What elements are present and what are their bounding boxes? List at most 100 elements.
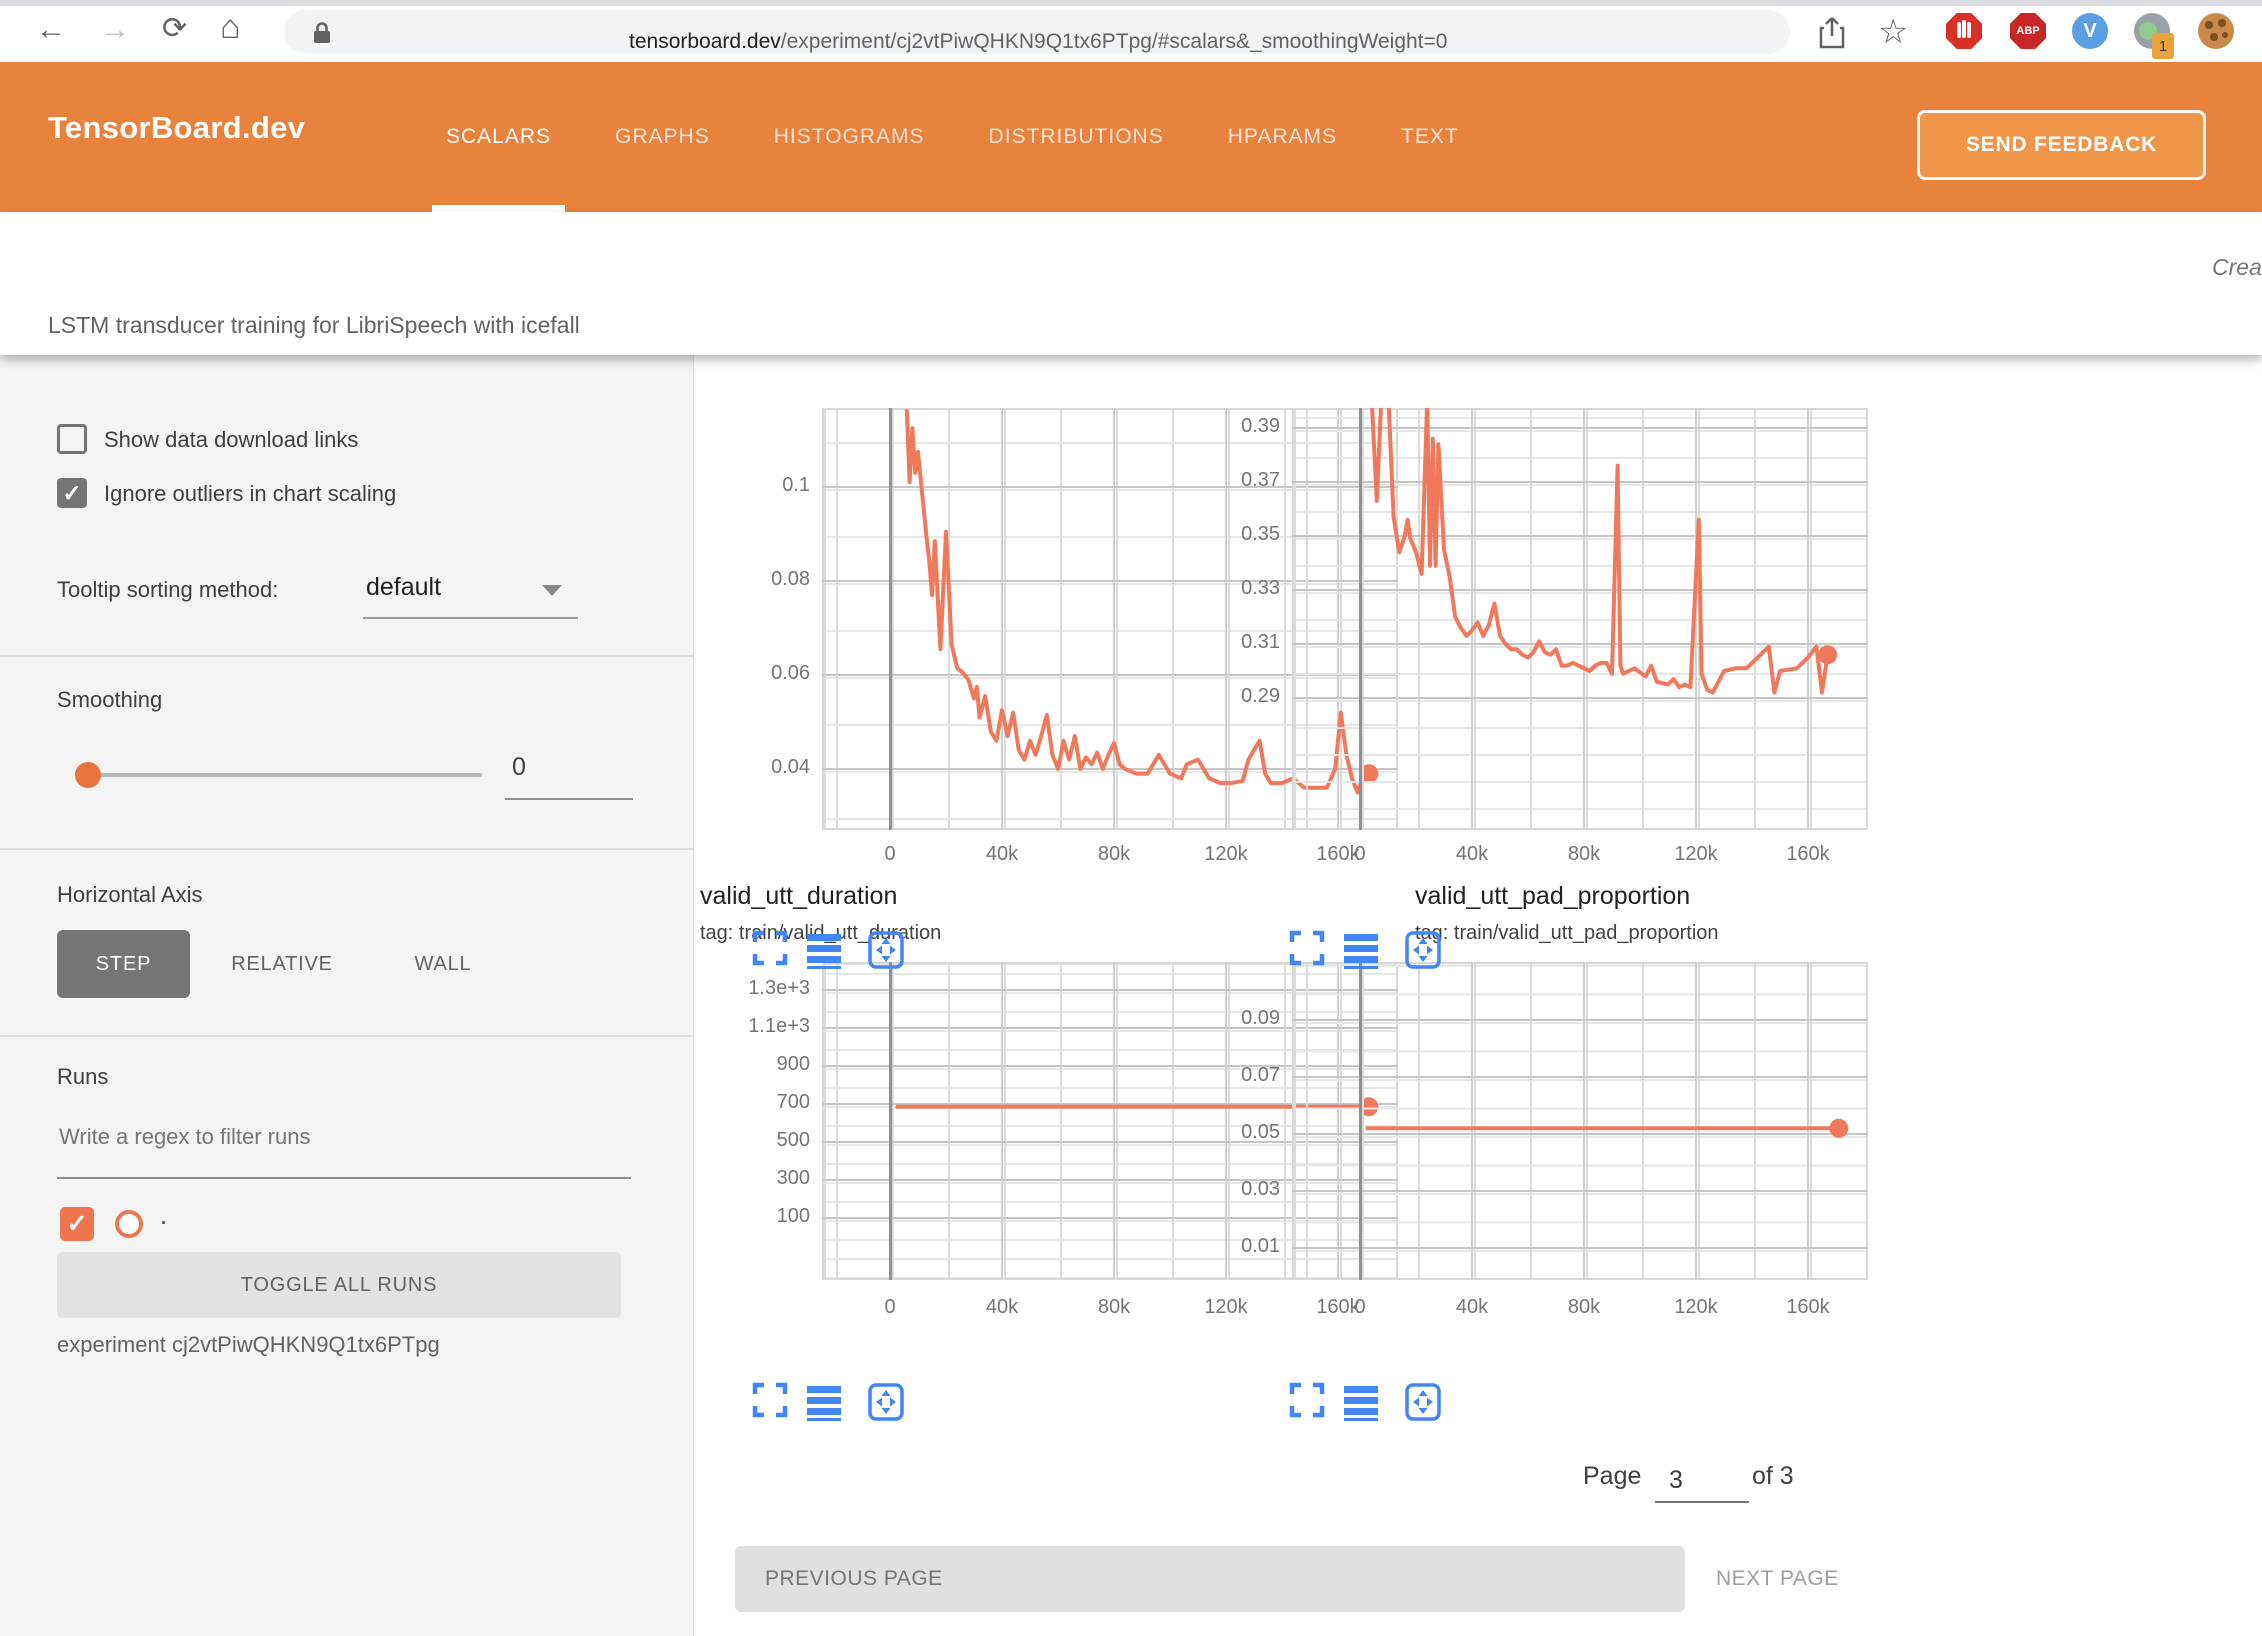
back-icon[interactable]: ← — [36, 15, 66, 45]
y-tick-label: 300 — [705, 1167, 810, 1190]
axis-wall-button[interactable]: WALL — [398, 930, 488, 998]
x-tick-label: 0 — [1320, 1296, 1400, 1319]
window-edge — [0, 0, 2262, 6]
url-domain: tensorboard.dev — [629, 30, 781, 53]
x-tick-label: 0 — [1320, 843, 1400, 866]
x-tick-label: 0 — [850, 1296, 930, 1319]
home-icon[interactable]: ⌂ — [220, 12, 241, 42]
lock-icon — [312, 21, 332, 45]
fullscreen-icon[interactable] — [1289, 930, 1325, 970]
run-color-circle-icon[interactable] — [115, 1210, 143, 1238]
chevron-down-icon[interactable] — [542, 585, 562, 596]
show-download-links-label: Show data download links — [104, 427, 358, 453]
y-tick-label: 0.08 — [705, 568, 810, 591]
url-text[interactable]: tensorboard.dev/experiment/cj2vtPiwQHKN9… — [629, 27, 1447, 57]
smoothing-slider-thumb[interactable] — [75, 762, 101, 788]
x-tick-label: 80k — [1074, 1296, 1154, 1319]
y-tick-label: 0.39 — [1175, 415, 1280, 438]
y-tick-label: 900 — [705, 1053, 810, 1076]
x-tick-label: 40k — [1432, 1296, 1512, 1319]
address-bar[interactable]: tensorboard.dev/experiment/cj2vtPiwQHKN9… — [284, 10, 1790, 54]
nav-tabs: SCALARS GRAPHS HISTOGRAMS DISTRIBUTIONS … — [440, 62, 1465, 212]
expand-pan-icon[interactable] — [1405, 1382, 1441, 1422]
share-icon[interactable] — [1818, 16, 1846, 50]
expand-pan-icon[interactable] — [868, 1382, 904, 1422]
fullscreen-icon[interactable] — [752, 1382, 788, 1422]
x-tick-label: 160k — [1768, 1296, 1848, 1319]
flatten-lines-icon[interactable] — [806, 1382, 842, 1422]
flatten-lines-icon[interactable] — [1343, 930, 1379, 970]
smoothing-value[interactable]: 0 — [512, 753, 526, 782]
run-checkbox[interactable]: ✓ — [60, 1207, 94, 1241]
ignore-outliers-checkbox[interactable]: ✓ — [57, 478, 87, 508]
y-tick-label: 500 — [705, 1129, 810, 1152]
divider — [0, 655, 693, 657]
reload-icon[interactable]: ⟳ — [162, 14, 187, 44]
vimium-extension-icon[interactable]: V — [2072, 13, 2108, 49]
chart-tag-valid-utt-pad-proportion: tag: train/valid_utt_pad_proportion — [1415, 922, 1719, 945]
x-tick-label: 40k — [1432, 843, 1512, 866]
page-number-input[interactable] — [1655, 1466, 1749, 1503]
x-tick-label: 120k — [1186, 843, 1266, 866]
experiment-title: LSTM transducer training for LibriSpeech… — [48, 312, 580, 339]
y-tick-label: 0.31 — [1175, 631, 1280, 654]
y-tick-label: 0.03 — [1175, 1178, 1280, 1201]
divider — [0, 848, 693, 850]
tab-hparams[interactable]: HPARAMS — [1222, 62, 1343, 212]
y-tick-label: 0.01 — [1175, 1235, 1280, 1258]
previous-page-button[interactable]: PREVIOUS PAGE — [735, 1546, 1685, 1612]
cookie-extension-icon[interactable] — [2198, 13, 2234, 49]
run-line-1[interactable] — [1292, 408, 1868, 830]
tab-distributions[interactable]: DISTRIBUTIONS — [983, 62, 1170, 212]
tooltip-sort-select[interactable]: default — [366, 573, 441, 602]
star-icon[interactable]: ☆ — [1878, 12, 1908, 52]
x-tick-label: 120k — [1186, 1296, 1266, 1319]
chart-title-valid-utt-pad-proportion: valid_utt_pad_proportion — [1415, 882, 1690, 911]
send-feedback-button[interactable]: SEND FEEDBACK — [1917, 110, 2206, 180]
y-tick-label: 0.04 — [705, 756, 810, 779]
fullscreen-icon[interactable] — [752, 930, 788, 970]
axis-step-button[interactable]: STEP — [57, 930, 190, 998]
smoothing-slider-track[interactable] — [76, 773, 482, 777]
runs-filter-input[interactable] — [57, 1123, 621, 1151]
axis-relative-button[interactable]: RELATIVE — [222, 930, 342, 998]
abp-extension-icon[interactable]: ABP — [2010, 13, 2046, 49]
y-tick-label: 1.1e+3 — [705, 1015, 810, 1038]
tab-histograms[interactable]: HISTOGRAMS — [768, 62, 931, 212]
smoothing-value-underline — [505, 798, 633, 800]
page: ← → ⟳ ⌂ tensorboard.dev/experiment/cj2vt… — [0, 0, 2262, 1636]
toggle-all-runs-button[interactable]: TOGGLE ALL RUNS — [57, 1252, 621, 1318]
url-path: /experiment/cj2vtPiwQHKN9Q1tx6PTpg/#scal… — [781, 30, 1448, 53]
adblock-extension-icon[interactable] — [1946, 13, 1982, 49]
runs-filter-underline — [57, 1177, 631, 1179]
y-tick-label: 1.3e+3 — [705, 977, 810, 1000]
flatten-lines-icon[interactable] — [1343, 1382, 1379, 1422]
run-name[interactable]: . — [160, 1200, 167, 1231]
x-tick-label: 40k — [962, 1296, 1042, 1319]
expand-pan-icon[interactable] — [1405, 930, 1441, 970]
y-tick-label: 0.06 — [705, 662, 810, 685]
y-tick-label: 700 — [705, 1091, 810, 1114]
next-page-button[interactable]: NEXT PAGE — [1700, 1546, 2000, 1612]
run-line-3[interactable] — [1292, 962, 1868, 1280]
chart-title-valid-utt-duration: valid_utt_duration — [700, 882, 897, 911]
y-tick-label: 0.35 — [1175, 523, 1280, 546]
y-tick-label: 0.1 — [705, 474, 810, 497]
tab-scalars[interactable]: SCALARS — [440, 62, 557, 212]
tab-text[interactable]: TEXT — [1395, 62, 1465, 212]
x-tick-label: 0 — [850, 843, 930, 866]
expand-pan-icon[interactable] — [868, 930, 904, 970]
forward-icon[interactable]: → — [100, 15, 130, 45]
y-tick-label: 0.29 — [1175, 685, 1280, 708]
y-tick-label: 100 — [705, 1205, 810, 1228]
experiment-id-label: experiment cj2vtPiwQHKN9Q1tx6PTpg — [57, 1332, 440, 1358]
y-tick-label: 0.07 — [1175, 1064, 1280, 1087]
x-tick-label: 80k — [1074, 843, 1154, 866]
flatten-lines-icon[interactable] — [806, 930, 842, 970]
y-tick-label: 0.09 — [1175, 1007, 1280, 1030]
tab-graphs[interactable]: GRAPHS — [609, 62, 716, 212]
fullscreen-icon[interactable] — [1289, 1382, 1325, 1422]
profile-extension-icon[interactable]: 1 — [2134, 13, 2170, 49]
extension-badge: 1 — [2152, 33, 2174, 59]
show-download-links-checkbox[interactable] — [57, 424, 87, 454]
